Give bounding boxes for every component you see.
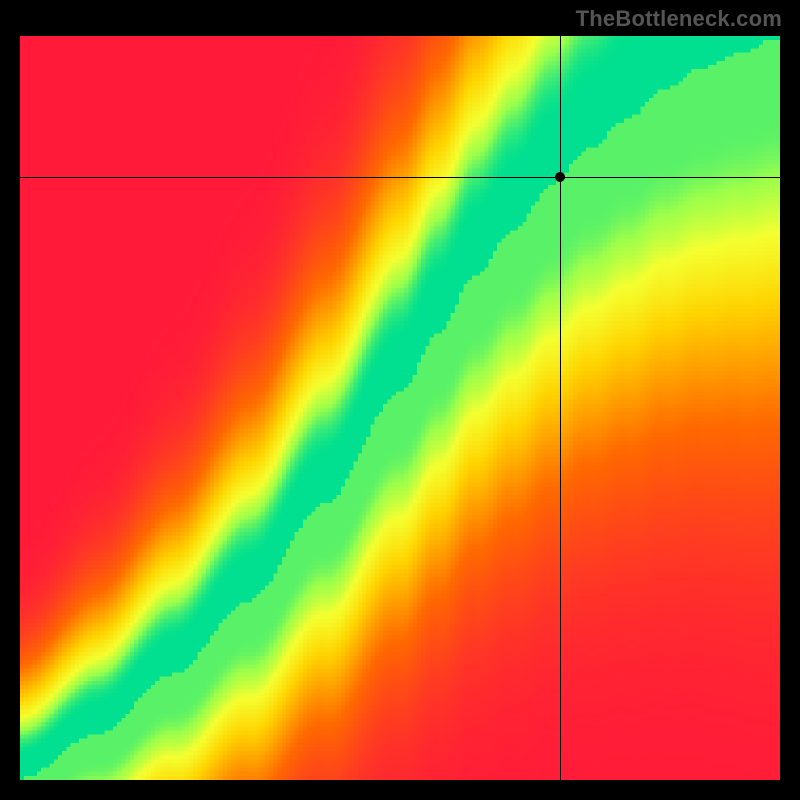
plot-area xyxy=(20,36,780,780)
chart-frame: TheBottleneck.com xyxy=(0,0,800,800)
crosshair-vertical xyxy=(560,36,561,780)
marker-point xyxy=(555,172,565,182)
heatmap-canvas xyxy=(20,36,780,780)
watermark-text: TheBottleneck.com xyxy=(576,6,782,32)
crosshair-horizontal xyxy=(20,177,780,178)
